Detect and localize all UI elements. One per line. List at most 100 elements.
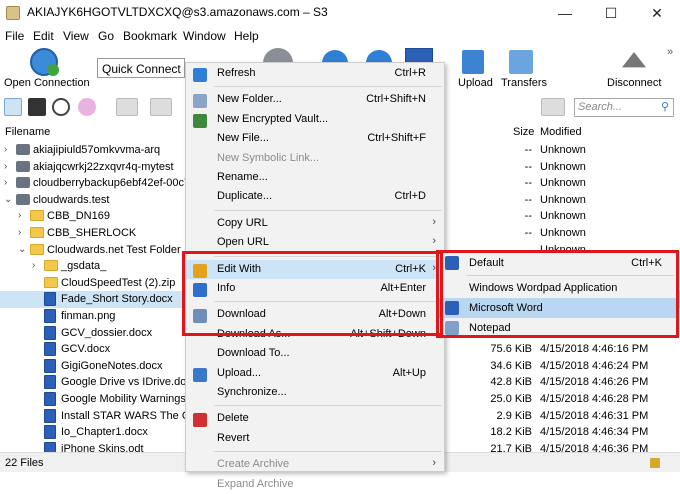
lock-icon <box>650 458 660 468</box>
transfers-button[interactable]: Transfers <box>501 77 547 89</box>
file-name: CBB_SHERLOCK <box>47 227 137 239</box>
menu-item-label: New Encrypted Vault... <box>217 112 329 125</box>
parent-directory-button[interactable] <box>541 98 565 116</box>
menu-item-open-url[interactable]: Open URL › <box>186 233 444 252</box>
expand-arrow-icon[interactable]: › <box>18 210 21 221</box>
delete-icon <box>193 413 207 428</box>
transfers-icon[interactable] <box>509 50 533 74</box>
file-size: 75.6 KiB <box>490 343 532 356</box>
file-size: 18.2 KiB <box>490 426 532 439</box>
toolbar-overflow-icon[interactable]: » <box>667 46 673 58</box>
file-modified: 4/15/2018 4:46:34 PM <box>540 426 649 439</box>
modified-column[interactable]: Modified <box>540 126 582 138</box>
file-size: -- <box>524 144 532 156</box>
menu-file[interactable]: File <box>5 29 24 43</box>
menu-item-upload[interactable]: Upload... Alt+Up <box>186 364 444 383</box>
file-name: CBB_DN169 <box>47 210 110 223</box>
quick-connect-dropdown[interactable]: Quick Connect <box>97 58 185 78</box>
expand-arrow-icon[interactable]: › <box>4 144 7 155</box>
menu-item-label: Open URL <box>217 236 269 249</box>
menu-item-new-folder[interactable]: New Folder... Ctrl+Shift+N <box>186 90 444 109</box>
search-input[interactable]: Search... ⚲ <box>574 98 674 117</box>
menu-item-rename[interactable]: Rename... <box>186 168 444 187</box>
history-icon[interactable] <box>52 98 70 116</box>
file-modified: Unknown <box>540 227 586 239</box>
menu-go[interactable]: Go <box>98 29 114 43</box>
upload-button[interactable]: Upload <box>458 77 493 89</box>
menu-bookmark[interactable]: Bookmark <box>123 29 177 43</box>
bonjour-icon[interactable] <box>78 98 96 116</box>
menu-item-new-file[interactable]: New File... Ctrl+Shift+F <box>186 129 444 148</box>
file-name: Cloudwards.net Test Folder <box>47 243 181 256</box>
menu-view[interactable]: View <box>63 29 89 43</box>
menu-item-synchronize[interactable]: Synchronize... <box>186 383 444 402</box>
file-count: 22 Files <box>5 457 44 469</box>
close-button[interactable]: ✕ <box>634 0 680 26</box>
file-name: Io_Chapter1.docx <box>61 426 148 439</box>
file-size: -- <box>524 193 532 206</box>
filename-column[interactable]: Filename <box>5 126 50 138</box>
callout-box-edit-with <box>182 251 443 336</box>
chevron-right-icon: › <box>432 215 436 228</box>
chevron-right-icon: › <box>432 235 436 248</box>
file-modified: 4/15/2018 4:46:16 PM <box>540 343 649 356</box>
menu-item-label: New Folder... <box>217 93 282 106</box>
file-name: GCV_dossier.docx <box>61 326 153 339</box>
outline-view-icon[interactable] <box>4 98 22 116</box>
open-connection-button[interactable]: Open Connection <box>4 77 90 89</box>
menu-item-label: Delete <box>217 412 249 425</box>
menu-item-label: Expand Archive <box>217 477 294 490</box>
file-size: 2.9 KiB <box>496 409 532 422</box>
back-button[interactable] <box>116 98 138 116</box>
menu-item-new-encrypted-vault[interactable]: New Encrypted Vault... <box>186 110 444 129</box>
collapse-arrow-icon[interactable]: ⌄ <box>18 244 26 255</box>
menu-item-label: New File... <box>217 132 269 145</box>
menu-item-duplicate[interactable]: Duplicate... Ctrl+D <box>186 187 444 206</box>
menu-item-refresh[interactable]: Refresh Ctrl+R <box>186 64 444 83</box>
file-modified: Unknown <box>540 160 586 173</box>
maximize-button[interactable]: ☐ <box>588 0 634 26</box>
collapse-arrow-icon[interactable]: ⌄ <box>4 194 12 205</box>
menu-help[interactable]: Help <box>234 29 259 43</box>
menu-item-label: Copy URL <box>217 216 268 229</box>
menu-item-shortcut: Alt+Up <box>392 366 426 379</box>
file-size: -- <box>524 160 532 173</box>
doc-icon <box>44 342 56 357</box>
menu-item-label: Upload... <box>217 366 262 379</box>
menu-item-download-to[interactable]: Download To... <box>186 344 444 363</box>
eject-icon[interactable] <box>622 52 646 68</box>
bookmarks-icon[interactable] <box>28 98 46 116</box>
file-modified: Unknown <box>540 210 586 223</box>
file-modified: 4/15/2018 4:46:26 PM <box>540 376 649 389</box>
doc-icon <box>44 309 56 323</box>
doc-icon <box>44 425 56 440</box>
expand-arrow-icon[interactable]: › <box>32 260 35 271</box>
folder-icon <box>30 243 44 255</box>
menu-item-revert[interactable]: Revert <box>186 429 444 448</box>
folder-icon <box>30 210 44 222</box>
menu-item-label: Revert <box>217 431 250 444</box>
file-name: finman.png <box>61 310 116 322</box>
folder-icon <box>30 227 44 238</box>
menu-item-delete[interactable]: Delete <box>186 409 444 428</box>
menu-item-copy-url[interactable]: Copy URL › <box>186 214 444 233</box>
menu-window[interactable]: Window <box>183 29 226 43</box>
menu-edit[interactable]: Edit <box>33 29 54 43</box>
plus-badge-icon <box>47 64 59 76</box>
menu-item-label: Rename... <box>217 171 268 183</box>
vault-icon <box>193 113 207 128</box>
file-name: Fade_Short Story.docx <box>61 293 173 306</box>
file-modified: 4/15/2018 4:46:24 PM <box>540 359 649 372</box>
minimize-button[interactable]: — <box>542 0 588 26</box>
file-modified: Unknown <box>540 193 586 206</box>
file-name: akiajipiuld57omkvvma-arq <box>33 144 161 156</box>
size-column[interactable]: Size <box>513 126 534 138</box>
expand-arrow-icon[interactable]: › <box>4 161 7 172</box>
file-name: akiajqcwrkj22zxqvr4q-mytest <box>33 160 174 173</box>
upload-icon <box>193 367 207 382</box>
expand-arrow-icon[interactable]: › <box>18 227 21 238</box>
expand-arrow-icon[interactable]: › <box>4 177 7 188</box>
disconnect-button[interactable]: Disconnect <box>607 77 661 89</box>
upload-icon[interactable] <box>462 50 484 74</box>
forward-button[interactable] <box>150 98 172 116</box>
